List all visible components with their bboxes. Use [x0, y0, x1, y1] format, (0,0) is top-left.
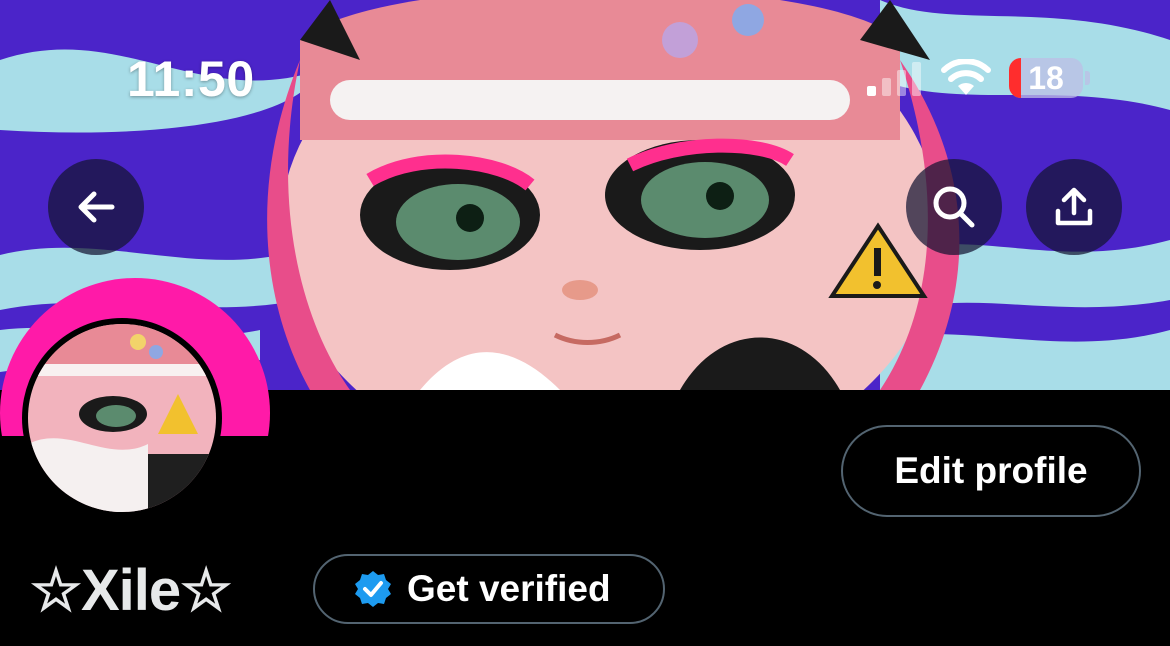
verified-badge-icon — [355, 571, 391, 607]
cellular-signal-icon — [867, 62, 921, 96]
battery-icon: 18 — [1009, 58, 1083, 98]
display-name: ☆Xile☆ — [30, 558, 232, 623]
get-verified-button[interactable]: Get verified — [313, 554, 665, 624]
status-time: 11:50 — [127, 51, 255, 107]
avatar-image — [28, 324, 216, 512]
share-button[interactable] — [1026, 159, 1122, 255]
search-button[interactable] — [906, 159, 1002, 255]
avatar[interactable] — [22, 318, 222, 518]
battery-tip — [1085, 71, 1090, 85]
battery-level: 18 — [1028, 59, 1064, 96]
back-button[interactable] — [48, 159, 144, 255]
get-verified-label: Get verified — [407, 568, 611, 609]
share-upload-icon — [1055, 187, 1093, 226]
wifi-icon — [941, 59, 991, 95]
status-icons: 18 — [867, 58, 1090, 98]
search-icon — [933, 186, 975, 228]
avatar-artwork — [28, 324, 216, 512]
arrow-left-icon — [78, 191, 115, 223]
edit-profile-button[interactable]: Edit profile — [841, 425, 1141, 517]
edit-profile-label: Edit profile — [894, 450, 1088, 491]
